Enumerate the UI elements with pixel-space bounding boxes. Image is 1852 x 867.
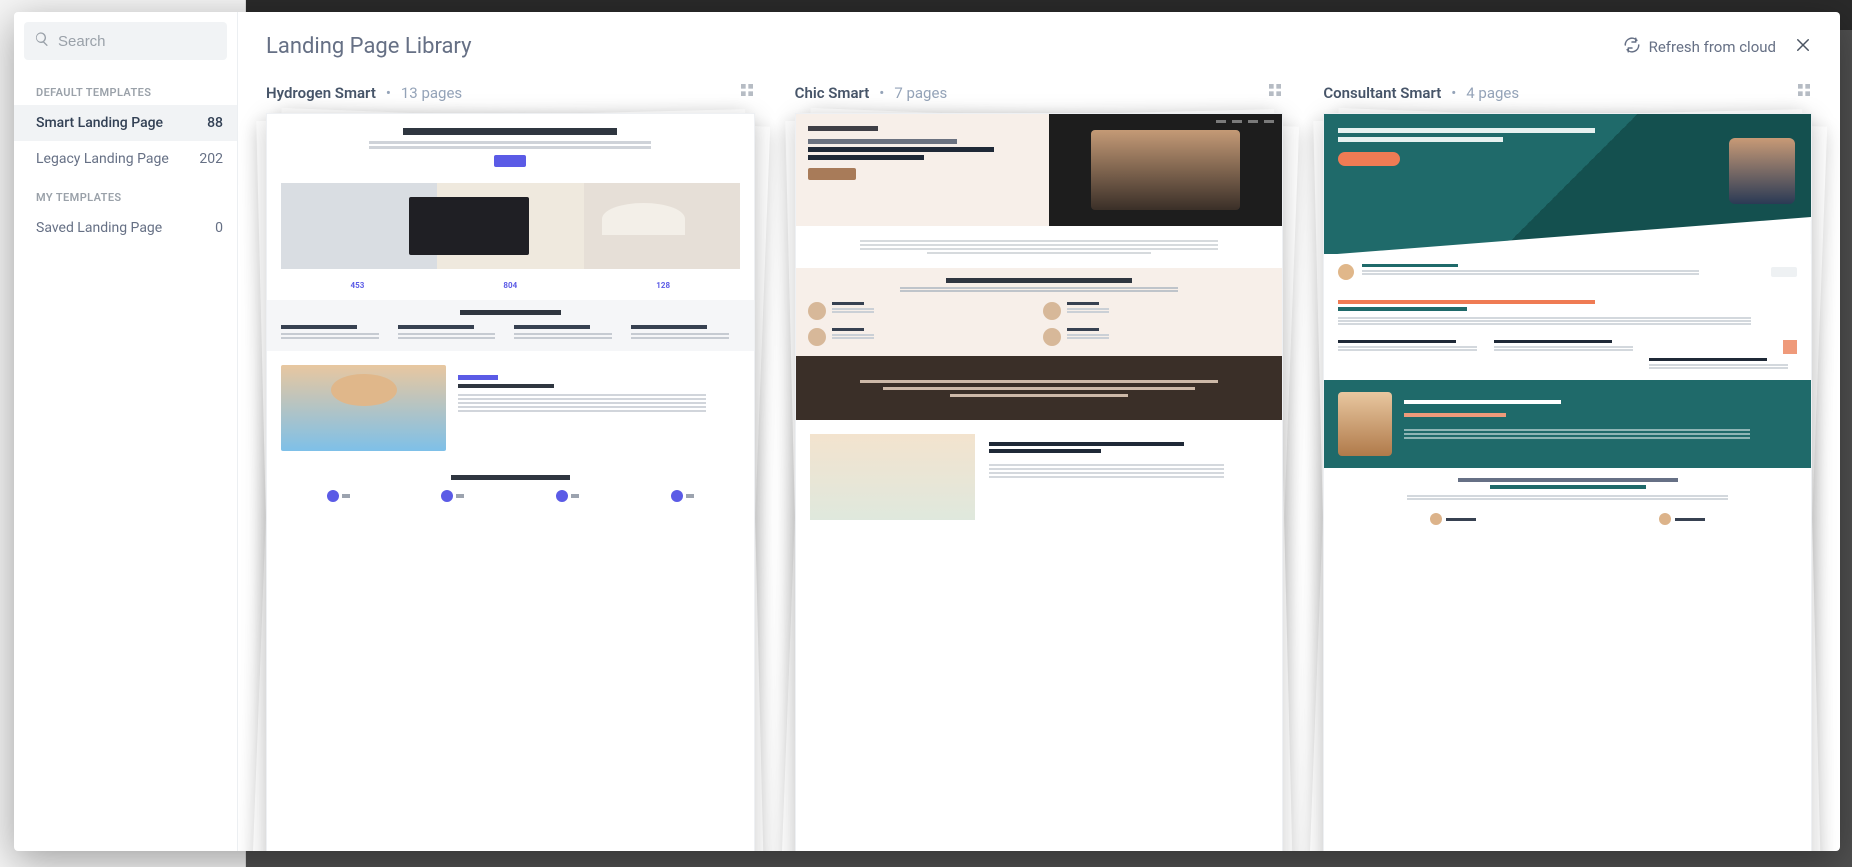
sidebar-item-smart-landing[interactable]: Smart Landing Page 88	[14, 105, 237, 141]
refresh-button[interactable]: Refresh from cloud	[1623, 36, 1776, 58]
sidebar-item-count: 202	[199, 151, 223, 167]
sidebar-section-my: MY TEMPLATES	[14, 177, 237, 210]
template-card-chic: Chic Smart • 7 pages	[795, 81, 1284, 851]
sidebar-item-saved-landing[interactable]: Saved Landing Page 0	[14, 210, 237, 246]
library-main: Landing Page Library Refresh from cloud	[238, 12, 1840, 851]
template-library-modal: DEFAULT TEMPLATES Smart Landing Page 88 …	[14, 12, 1840, 851]
search-icon	[34, 31, 50, 51]
refresh-label: Refresh from cloud	[1649, 38, 1776, 56]
template-name: Hydrogen Smart	[266, 84, 376, 102]
close-button[interactable]	[1794, 36, 1812, 58]
template-bullet: •	[386, 84, 391, 102]
search-input[interactable]	[58, 33, 217, 50]
template-name: Consultant Smart	[1323, 84, 1441, 102]
close-icon	[1794, 39, 1812, 58]
template-preview[interactable]	[1323, 113, 1812, 851]
grid-icon[interactable]	[1267, 82, 1283, 102]
template-page-count: 13 pages	[401, 84, 462, 102]
grid-icon[interactable]	[739, 82, 755, 102]
template-name: Chic Smart	[795, 84, 870, 102]
refresh-icon	[1623, 36, 1641, 58]
template-preview[interactable]: 453804128	[266, 113, 755, 851]
sidebar-item-count: 88	[207, 115, 223, 131]
sidebar-section-default: DEFAULT TEMPLATES	[14, 72, 237, 105]
sidebar-item-label: Saved Landing Page	[36, 220, 162, 236]
sidebar-item-legacy-landing[interactable]: Legacy Landing Page 202	[14, 141, 237, 177]
template-card-hydrogen: Hydrogen Smart • 13 pages	[266, 81, 755, 851]
template-preview[interactable]	[795, 113, 1284, 851]
sidebar-item-label: Legacy Landing Page	[36, 151, 169, 167]
template-grid-scroll[interactable]: Hydrogen Smart • 13 pages	[238, 69, 1840, 851]
search-field[interactable]	[24, 22, 227, 60]
grid-icon[interactable]	[1796, 82, 1812, 102]
sidebar-item-count: 0	[215, 220, 223, 236]
template-bullet: •	[1451, 84, 1456, 102]
template-bullet: •	[879, 84, 884, 102]
library-sidebar: DEFAULT TEMPLATES Smart Landing Page 88 …	[14, 12, 238, 851]
sidebar-item-label: Smart Landing Page	[36, 115, 163, 131]
page-title: Landing Page Library	[266, 34, 472, 59]
template-card-consultant: Consultant Smart • 4 pages	[1323, 81, 1812, 851]
template-page-count: 7 pages	[894, 84, 947, 102]
template-page-count: 4 pages	[1466, 84, 1519, 102]
